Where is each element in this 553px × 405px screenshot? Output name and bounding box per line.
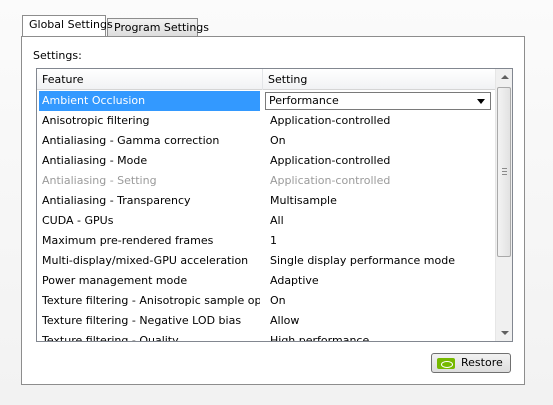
restore-button-label: Restore [461,356,503,369]
settings-list[interactable]: Feature Setting Ambient Occlusion Perform… [36,68,513,342]
setting-cell: Multisample [270,194,337,207]
setting-cell: Single display performance mode [270,254,456,267]
feature-cell: Antialiasing - Gamma correction [42,134,220,147]
setting-cell: Adaptive [270,274,319,287]
scroll-up-arrow-icon[interactable] [496,69,512,86]
setting-cell: On [270,294,286,307]
vertical-scrollbar[interactable] [495,69,512,341]
feature-cell: Ambient Occlusion [39,91,260,111]
feature-cell: Texture filtering - Negative LOD bias [42,314,242,327]
dropdown-arrow-icon[interactable] [477,99,485,104]
setting-cell: Application-controlled [270,114,391,127]
setting-row[interactable]: Antialiasing - Gamma correction On [37,131,495,151]
setting-row[interactable]: Antialiasing - Mode Application-controlle… [37,151,495,171]
column-header-setting[interactable]: Setting [263,69,495,90]
tab-program-settings[interactable]: Program Settings [107,18,209,37]
nvidia-logo-icon [437,358,455,369]
setting-row[interactable]: Texture filtering - Anisotropic sample o… [37,291,495,311]
feature-cell: Antialiasing - Mode [42,154,148,167]
scroll-down-arrow-icon[interactable] [496,324,512,341]
feature-cell: Power management mode [42,274,188,287]
grip-line [502,168,507,169]
setting-row[interactable]: Power management mode Adaptive [37,271,495,291]
feature-cell: Antialiasing - Transparency [42,194,191,207]
setting-row[interactable]: Multi-display/mixed-GPU acceleration Sing… [37,251,495,271]
setting-row[interactable]: CUDA - GPUs All [37,211,495,231]
setting-row[interactable]: Texture filtering - Quality High performa… [37,331,495,342]
tab-global-settings[interactable]: Global Settings [22,15,113,36]
setting-cell: All [270,214,284,227]
setting-cell: 1 [270,234,277,247]
setting-dropdown-value: Performance [269,94,339,107]
global-settings-panel: Settings: Feature Setting Ambient Occlus… [21,36,525,385]
setting-row[interactable]: Antialiasing - Transparency Multisample [37,191,495,211]
feature-cell: Antialiasing - Setting [42,174,157,187]
setting-row[interactable]: Ambient Occlusion Performance [37,91,495,111]
setting-cell: On [270,134,286,147]
restore-button[interactable]: Restore [431,353,511,373]
setting-dropdown[interactable]: Performance [265,92,491,110]
setting-row[interactable]: Maximum pre-rendered frames 1 [37,231,495,251]
setting-cell: High performance [270,334,370,342]
feature-cell: CUDA - GPUs [42,214,114,227]
feature-cell: Maximum pre-rendered frames [42,234,214,247]
feature-cell: Anisotropic filtering [42,114,150,127]
grip-line [502,174,507,175]
list-header: Feature Setting [37,69,495,90]
settings-rows: Ambient Occlusion Performance Anisotropic … [37,91,495,342]
grip-line [502,171,507,172]
setting-row[interactable]: Texture filtering - Negative LOD bias All… [37,311,495,331]
feature-cell: Multi-display/mixed-GPU acceleration [42,254,249,267]
feature-cell: Texture filtering - Anisotropic sample o… [42,294,260,307]
setting-row[interactable]: Anisotropic filtering Application-control… [37,111,495,131]
scrollbar-thumb[interactable] [497,87,511,257]
setting-row[interactable]: Antialiasing - Setting Application-contro… [37,171,495,191]
setting-cell: Application-controlled [270,154,391,167]
column-header-feature[interactable]: Feature [37,69,263,90]
feature-cell: Texture filtering - Quality [42,334,179,342]
setting-cell: Allow [270,314,300,327]
settings-label: Settings: [33,49,82,62]
setting-cell: Application-controlled [270,174,391,187]
